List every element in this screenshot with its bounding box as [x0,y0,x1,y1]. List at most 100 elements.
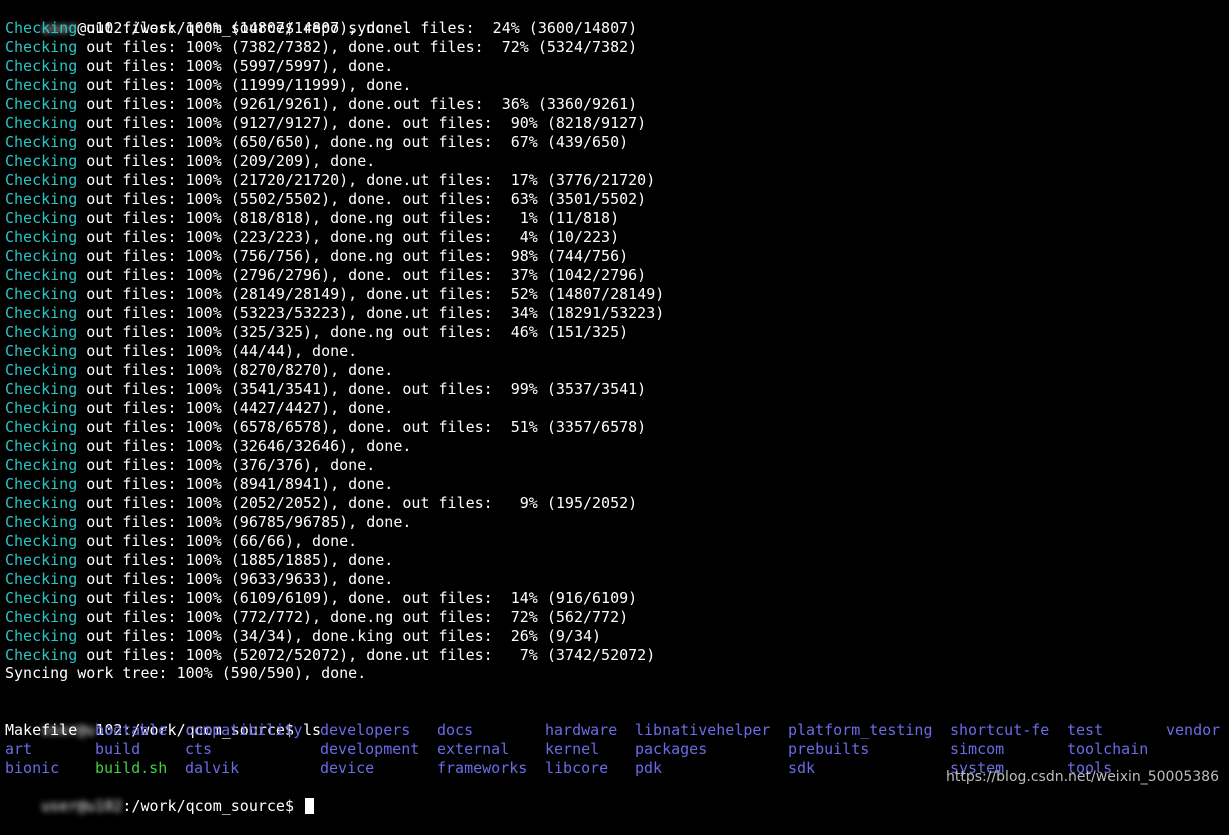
progress-text: out files: 100% (32646/32646), done. [77,437,412,455]
file-entry: Makefile [5,721,78,739]
progress-text: out files: 100% (2052/2052), done. out f… [77,494,638,512]
sync-output-line: Checking out files: 100% (818/818), done… [5,209,619,228]
directory-entry: developers [320,721,411,739]
checking-label: Checking [5,418,78,436]
directory-entry: hardware [545,721,618,739]
sync-output-line: Checking out files: 100% (11999/11999), … [5,76,411,95]
directory-entry: frameworks [437,759,528,777]
progress-text: out files: 100% (223/223), done.ng out f… [77,228,620,246]
progress-text: out files: 100% (5502/5502), done. out f… [77,190,647,208]
sync-output-line: Checking out files: 100% (376/376), done… [5,456,375,475]
sync-output-line: Checking out files: 100% (14807/14807), … [5,19,637,38]
checking-label: Checking [5,95,78,113]
progress-text: out files: 100% (44/44), done. [77,342,358,360]
progress-text: out files: 100% (14807/14807), done. fil… [77,19,638,37]
directory-entry: platform_testing [788,721,933,739]
progress-text: out files: 100% (52072/52072), done.ut f… [77,646,656,664]
checking-label: Checking [5,456,78,474]
checking-label: Checking [5,361,78,379]
terminal-window[interactable]: user@u102:/work/qcom_source$ repo sync -… [0,0,1229,815]
directory-entry: libnativehelper [635,721,771,739]
checking-label: Checking [5,285,78,303]
directory-entry: test [1067,721,1104,739]
ls-row: art build cts development external kernel pack… [0,740,1229,759]
sync-output-line: Checking out files: 100% (5502/5502), do… [5,190,646,209]
directory-entry: dalvik [185,759,240,777]
directory-entry: shortcut-fe [950,721,1050,739]
progress-text: out files: 100% (772/772), done.ng out f… [77,608,629,626]
sync-output-line: Checking out files: 100% (21720/21720), … [5,171,655,190]
checking-label: Checking [5,247,78,265]
executable-entry: build.sh [95,759,168,777]
checking-label: Checking [5,513,78,531]
progress-text: out files: 100% (21720/21720), done.ut f… [77,171,656,189]
checking-label: Checking [5,323,78,341]
sync-output-line: Checking out files: 100% (53223/53223), … [5,304,664,323]
directory-entry: art [5,740,33,758]
progress-text: out files: 100% (34/34), done.king out f… [77,627,602,645]
sync-output-line: Checking out files: 100% (52072/52072), … [5,646,655,665]
ls-row: Makefile bootable compatibility developers d… [0,721,1229,740]
checking-label: Checking [5,570,78,588]
checking-label: Checking [5,494,78,512]
directory-entry: sdk [788,759,816,777]
progress-text: out files: 100% (325/325), done.ng out f… [77,323,629,341]
progress-text: out files: 100% (756/756), done.ng out f… [77,247,629,265]
directory-entry: cts [185,740,213,758]
sync-output-line: Checking out files: 100% (9261/9261), do… [5,95,637,114]
checking-label: Checking [5,209,78,227]
directory-entry: libcore [545,759,609,777]
sync-output-line: Checking out files: 100% (209/209), done… [5,152,375,171]
sync-output-line: Checking out files: 100% (2052/2052), do… [5,494,637,513]
progress-text: out files: 100% (3541/3541), done. out f… [77,380,647,398]
directory-entry: external [437,740,510,758]
sync-output-line: Checking out files: 100% (325/325), done… [5,323,628,342]
prompt-path: :/work/qcom_source$ [122,797,294,815]
checking-label: Checking [5,342,78,360]
checking-label: Checking [5,304,78,322]
directory-entry: prebuilts [788,740,870,758]
directory-entry: simcom [950,740,1005,758]
progress-text: out files: 100% (9261/9261), done.out fi… [77,95,638,113]
progress-text: out files: 100% (8270/8270), done. [77,361,394,379]
sync-output-line: Checking out files: 100% (223/223), done… [5,228,619,247]
progress-text: out files: 100% (9127/9127), done. out f… [77,114,647,132]
checking-label: Checking [5,19,78,37]
progress-text: out files: 100% (66/66), done. [77,532,358,550]
progress-text: out files: 100% (6578/6578), done. out f… [77,418,647,436]
sync-output-line: Checking out files: 100% (6578/6578), do… [5,418,646,437]
directory-entry: bionic [5,759,60,777]
checking-label: Checking [5,532,78,550]
checking-label: Checking [5,76,78,94]
sync-output-line: Checking out files: 100% (5997/5997), do… [5,57,393,76]
directory-entry: toolchain [1067,740,1149,758]
checking-label: Checking [5,589,78,607]
directory-entry: build [95,740,141,758]
directory-entry: pdk [635,759,663,777]
checking-label: Checking [5,190,78,208]
text-cursor[interactable] [305,798,315,814]
checking-label: Checking [5,133,78,151]
progress-text: out files: 100% (8941/8941), done. [77,475,394,493]
checking-label: Checking [5,171,78,189]
directory-entry: docs [437,721,474,739]
progress-text: out files: 100% (28149/28149), done.ut f… [77,285,665,303]
directory-entry: compatibility [185,721,303,739]
progress-text: out files: 100% (5997/5997), done. [77,57,394,75]
sync-output-line: Checking out files: 100% (8270/8270), do… [5,361,393,380]
sync-output-line: Checking out files: 100% (96785/96785), … [5,513,411,532]
prompt-line-ls: user@u102:/work/qcom_source$ ls [5,702,321,739]
progress-text: out files: 100% (376/376), done. [77,456,376,474]
checking-label: Checking [5,608,78,626]
sync-output-line: Checking out files: 100% (8941/8941), do… [5,475,393,494]
sync-output-line: Checking out files: 100% (6109/6109), do… [5,589,637,608]
directory-entry: development [320,740,420,758]
progress-text: out files: 100% (2796/2796), done. out f… [77,266,647,284]
directory-entry: kernel [545,740,600,758]
sync-output-line: Checking out files: 100% (650/650), done… [5,133,628,152]
progress-text: out files: 100% (11999/11999), done. [77,76,412,94]
checking-label: Checking [5,627,78,645]
directory-entry: device [320,759,375,777]
progress-text: out files: 100% (818/818), done.ng out f… [77,209,620,227]
sync-output-line: Checking out files: 100% (9633/9633), do… [5,570,393,589]
